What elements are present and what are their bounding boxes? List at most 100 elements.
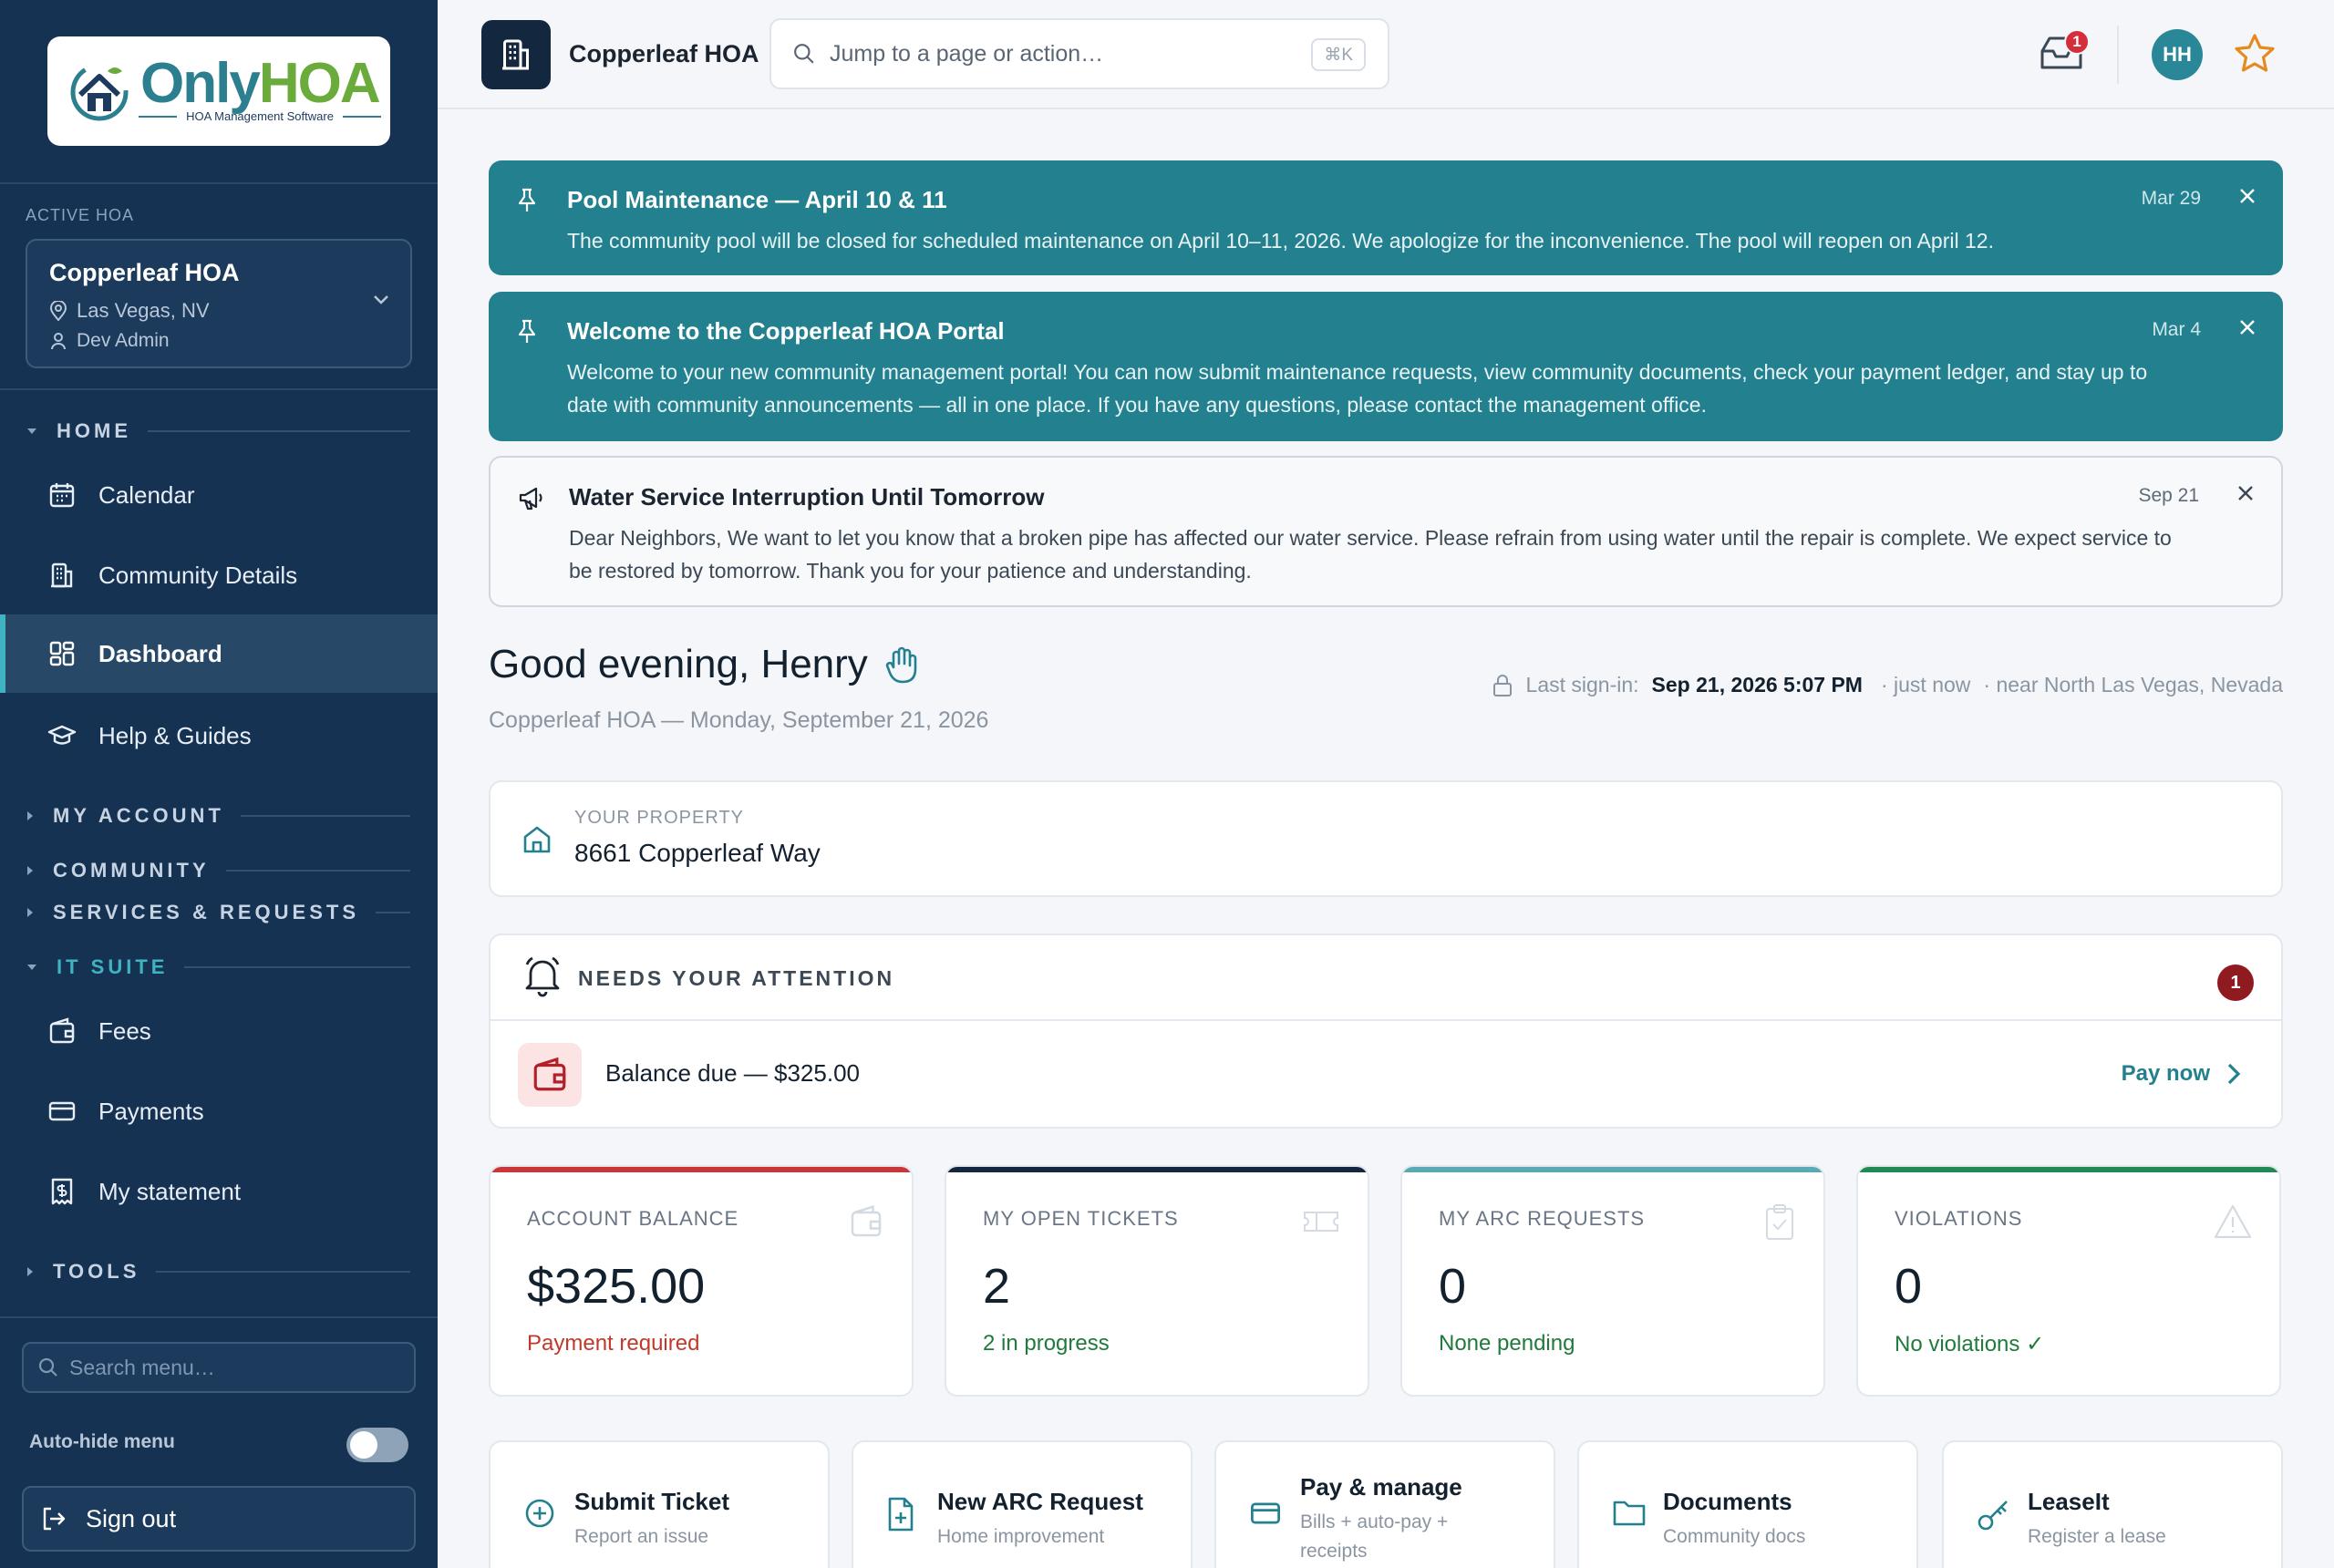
stat-value: $325.00	[527, 1259, 706, 1314]
credit-card-icon	[1251, 1502, 1280, 1524]
sidebar-divider	[0, 182, 438, 184]
stat-card-arc-requests[interactable]: MY ARC REQUESTS 0 None pending	[1400, 1165, 1825, 1397]
sidebar-item-calendar[interactable]: Calendar	[0, 456, 438, 534]
section-my-account[interactable]: MY ACCOUNT	[27, 804, 410, 828]
announcement-title: Welcome to the Copperleaf HOA Portal	[567, 317, 1005, 345]
sidebar-item-fees[interactable]: Fees	[0, 992, 438, 1070]
last-signin-info: Last sign-in: Sep 21, 2026 5:07 PM · jus…	[1492, 673, 2283, 697]
stat-value: 0	[1895, 1259, 1923, 1314]
quick-action-leaseit[interactable]: LeaseIt Register a lease	[1942, 1440, 2283, 1568]
announcement-banner: Welcome to the Copperleaf HOA Portal Wel…	[489, 292, 2283, 441]
close-icon[interactable]	[2237, 186, 2257, 206]
last-signin-relative: · just now	[1880, 673, 1971, 696]
inbox-badge: 1	[2064, 29, 2090, 55]
file-plus-icon	[888, 1497, 914, 1532]
lock-icon	[1492, 674, 1512, 696]
chevron-right-icon	[2227, 1063, 2241, 1085]
command-search-input[interactable]: Jump to a page or action… ⌘K	[769, 18, 1389, 89]
announcement-body: Dear Neighbors, We want to let you know …	[569, 526, 2172, 583]
building-icon	[51, 562, 73, 588]
quick-action-documents[interactable]: Documents Community docs	[1577, 1440, 1918, 1568]
stat-card-account-balance[interactable]: ACCOUNT BALANCE $325.00 Payment required	[489, 1165, 914, 1397]
announcement-date: Mar 29	[2141, 188, 2201, 209]
section-it-suite[interactable]: IT SUITE	[27, 955, 410, 979]
pay-now-link[interactable]: Pay now	[2122, 1061, 2241, 1087]
credit-card-icon	[48, 1101, 76, 1121]
receipt-icon	[51, 1178, 73, 1205]
sidebar-search-input[interactable]: Search menu…	[22, 1342, 416, 1393]
active-hoa-label: ACTIVE HOA	[26, 206, 135, 224]
graduation-cap-icon	[47, 725, 77, 745]
section-community[interactable]: COMMUNITY	[27, 859, 410, 882]
user-icon	[51, 333, 66, 350]
calendar-icon	[49, 483, 75, 508]
section-home[interactable]: HOME	[27, 419, 410, 443]
brand-logo[interactable]: OnlyHOA HOA Management Software	[47, 36, 390, 146]
hoa-name: Copperleaf HOA	[49, 259, 240, 286]
sidebar-item-payments[interactable]: Payments	[0, 1072, 438, 1150]
attention-count-badge: 1	[2217, 965, 2254, 1001]
user-avatar[interactable]: HH	[2152, 29, 2203, 80]
autohide-label: Auto-hide menu	[29, 1431, 175, 1452]
megaphone-icon	[519, 487, 542, 511]
close-icon[interactable]	[2237, 317, 2257, 337]
stat-card-violations[interactable]: VIOLATIONS 0 No violations ✓	[1856, 1165, 2281, 1397]
quick-action-title: New ARC Request	[937, 1488, 1143, 1515]
command-search-placeholder: Jump to a page or action…	[830, 40, 1104, 67]
logo-wordmark: OnlyHOA	[140, 52, 381, 115]
announcement-banner: Water Service Interruption Until Tomorro…	[489, 456, 2283, 607]
hoa-logo-button[interactable]	[481, 20, 551, 89]
sidebar-item-my-statement[interactable]: My statement	[0, 1152, 438, 1231]
greeting-subtitle: Copperleaf HOA — Monday, September 21, 2…	[489, 707, 989, 733]
property-address: 8661 Copperleaf Way	[574, 839, 821, 867]
search-icon	[38, 1357, 57, 1377]
quick-action-subtitle: Bills + auto-pay + receipts	[1300, 1511, 1449, 1562]
ticket-icon	[1304, 1212, 1338, 1232]
sidebar-item-help-guides[interactable]: Help & Guides	[0, 696, 438, 775]
property-label: YOUR PROPERTY	[574, 808, 744, 828]
stat-value: 2	[983, 1259, 1011, 1314]
section-tools[interactable]: TOOLS	[27, 1260, 410, 1284]
announcement-body: The community pool will be closed for sc…	[567, 229, 1994, 253]
stat-label: ACCOUNT BALANCE	[527, 1207, 739, 1230]
quick-action-title: LeaseIt	[2028, 1488, 2110, 1515]
attention-header: NEEDS YOUR ATTENTION 1	[491, 935, 2281, 1021]
warning-icon	[2214, 1204, 2252, 1239]
sidebar-item-dashboard[interactable]: Dashboard	[0, 614, 438, 693]
wallet-icon	[533, 1057, 566, 1091]
stat-accent-bar	[946, 1167, 1368, 1172]
topbar-hoa-name: Copperleaf HOA	[569, 40, 759, 67]
search-icon	[794, 44, 814, 64]
hoa-role: Dev Admin	[49, 330, 170, 352]
attention-item-icon	[518, 1043, 582, 1107]
announcement-body: Welcome to your new community management…	[567, 360, 2148, 417]
pin-icon	[518, 319, 536, 343]
sidebar-search-placeholder: Search menu…	[69, 1355, 215, 1379]
quick-action-submit-ticket[interactable]: Submit Ticket Report an issue	[489, 1440, 830, 1568]
hoa-switcher[interactable]: Copperleaf HOA Las Vegas, NV Dev Admin	[26, 239, 412, 368]
stat-accent-bar	[491, 1167, 912, 1172]
property-card[interactable]: YOUR PROPERTY 8661 Copperleaf Way	[489, 780, 2283, 897]
sign-out-button[interactable]: Sign out	[22, 1486, 416, 1552]
sidebar-divider	[0, 388, 438, 390]
announcement-title: Water Service Interruption Until Tomorro…	[569, 483, 1045, 511]
quick-action-new-arc-request[interactable]: New ARC Request Home improvement	[852, 1440, 1193, 1568]
stat-value: 0	[1439, 1259, 1467, 1314]
needs-attention-card: NEEDS YOUR ATTENTION 1 Balance due — $32…	[489, 934, 2283, 1129]
stat-card-open-tickets[interactable]: MY OPEN TICKETS 2 2 in progress	[945, 1165, 1369, 1397]
home-icon	[523, 826, 551, 853]
section-services-requests[interactable]: SERVICES & REQUESTS	[27, 901, 410, 924]
pin-icon	[518, 188, 536, 211]
house-logo-icon	[70, 63, 129, 121]
close-icon[interactable]	[2236, 483, 2256, 503]
logout-icon	[43, 1507, 66, 1531]
sidebar-item-community-details[interactable]: Community Details	[0, 536, 438, 614]
announcement-date: Sep 21	[2138, 485, 2199, 506]
quick-action-subtitle: Community docs	[1663, 1526, 1806, 1547]
sidebar: OnlyHOA HOA Management Software ACTIVE H…	[0, 0, 438, 1568]
logo-tagline: HOA Management Software	[139, 109, 382, 123]
quick-action-pay-manage[interactable]: Pay & manage Bills + auto-pay + receipts	[1214, 1440, 1555, 1568]
stat-subtext: None pending	[1439, 1331, 1575, 1356]
autohide-toggle[interactable]	[346, 1428, 408, 1462]
star-icon[interactable]	[2232, 31, 2277, 77]
